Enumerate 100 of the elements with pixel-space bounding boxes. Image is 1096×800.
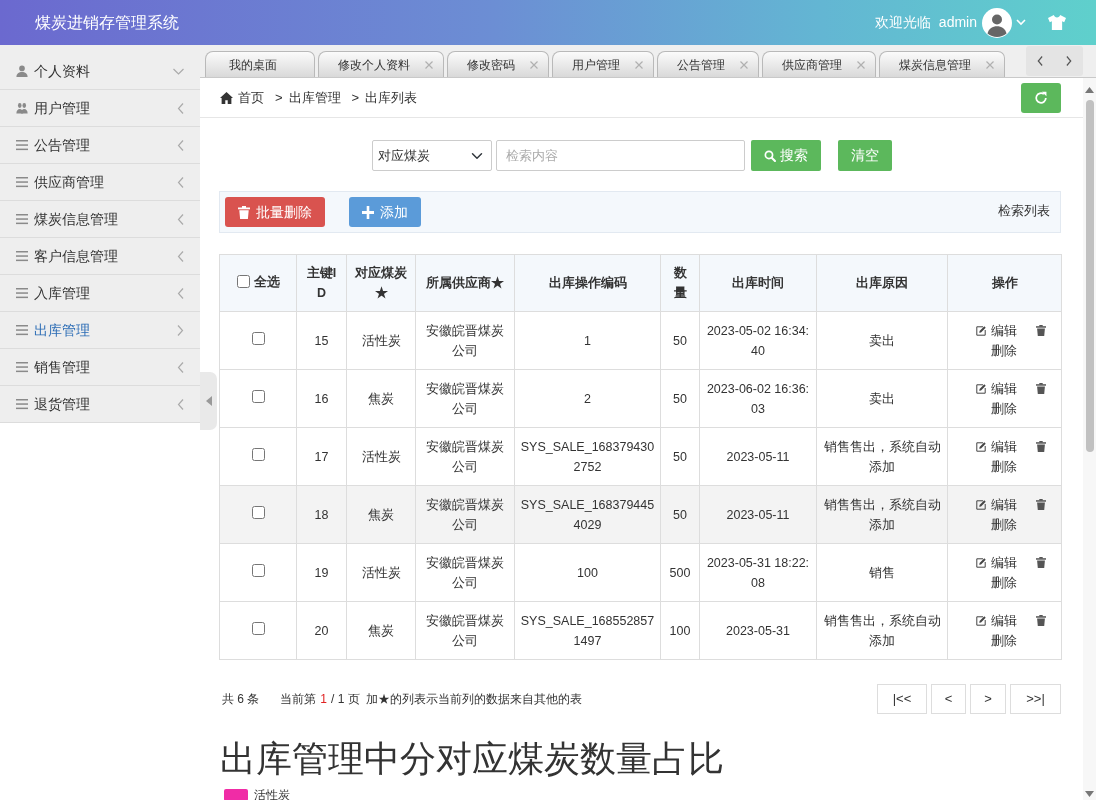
next-page-button[interactable]: > xyxy=(970,684,1006,714)
column-header: 对应煤炭★ xyxy=(346,254,416,312)
row-checkbox[interactable] xyxy=(251,447,265,461)
refresh-button[interactable] xyxy=(1021,82,1061,113)
edit-icon xyxy=(975,615,986,626)
sidebar-item[interactable]: 煤炭信息管理 xyxy=(0,201,200,238)
table-cell: 2023-05-31 xyxy=(699,601,817,660)
menu-lines-icon xyxy=(16,398,28,410)
table-cell: 20 xyxy=(296,601,347,660)
table-cell: 18 xyxy=(296,485,347,544)
table-cell: 1 xyxy=(514,311,661,370)
delete-link[interactable]: 删除 xyxy=(990,340,1017,361)
trash-icon[interactable] xyxy=(1035,441,1046,452)
select-all-checkbox[interactable] xyxy=(236,275,250,289)
sidebar-item[interactable]: 公告管理 xyxy=(0,127,200,164)
table-cell: 活性炭 xyxy=(346,311,416,370)
chevron-left-icon xyxy=(177,102,184,114)
select-all-label[interactable]: 全选 xyxy=(253,271,280,292)
sidebar-item[interactable]: 用户管理 xyxy=(0,90,200,127)
sidebar-item[interactable]: 销售管理 xyxy=(0,349,200,386)
scroll-up-arrow-icon[interactable] xyxy=(1085,87,1094,93)
row-checkbox[interactable] xyxy=(251,331,265,345)
menu-lines-icon xyxy=(16,139,28,151)
delete-link[interactable]: 删除 xyxy=(990,398,1017,419)
edit-link[interactable]: 编辑 xyxy=(975,320,1017,341)
scroll-down-arrow-icon[interactable] xyxy=(1085,791,1094,797)
table-cell: 销售售出，系统自动添加 xyxy=(816,427,948,486)
tab[interactable]: 我的桌面 xyxy=(205,51,315,77)
edit-link[interactable]: 编辑 xyxy=(975,378,1017,399)
table-cell: 50 xyxy=(660,485,700,544)
tab[interactable]: 修改密码 xyxy=(447,51,549,77)
edit-link[interactable]: 编辑 xyxy=(975,552,1017,573)
avatar-icon[interactable] xyxy=(982,7,1012,38)
last-page-button[interactable]: >>| xyxy=(1010,684,1061,714)
triangle-left-icon xyxy=(205,396,212,406)
sidebar-item[interactable]: 入库管理 xyxy=(0,275,200,312)
tab[interactable]: 用户管理 xyxy=(552,51,654,77)
column-header: 出库操作编码 xyxy=(514,254,661,312)
tab[interactable]: 煤炭信息管理 xyxy=(879,51,1005,77)
menu-lines-icon xyxy=(16,213,28,225)
trash-icon[interactable] xyxy=(1035,383,1046,394)
breadcrumb-separator: > xyxy=(275,88,283,107)
table-cell: 15 xyxy=(296,311,347,370)
edit-icon xyxy=(975,499,986,510)
menu-lines-icon xyxy=(16,250,28,262)
delete-link[interactable]: 删除 xyxy=(990,456,1017,477)
table-cell: 50 xyxy=(660,311,700,370)
chevron-down-icon xyxy=(173,67,184,75)
sidebar-item[interactable]: 供应商管理 xyxy=(0,164,200,201)
previous-page-button[interactable]: < xyxy=(931,684,966,714)
table-cell: SYS_SALE_1683794302752 xyxy=(514,427,661,486)
breadcrumb-link[interactable]: 出库管理 xyxy=(288,87,341,108)
table-cell: 安徽皖晋煤炭公司 xyxy=(415,543,515,602)
delete-link[interactable]: 删除 xyxy=(990,630,1017,651)
column-header: 主键ID xyxy=(296,254,347,312)
edit-icon xyxy=(975,383,986,394)
table-cell: 销售售出，系统自动添加 xyxy=(816,601,948,660)
delete-link[interactable]: 删除 xyxy=(990,572,1017,593)
menu-lines-icon xyxy=(16,324,28,336)
table-cell: 安徽皖晋煤炭公司 xyxy=(415,427,515,486)
trash-icon[interactable] xyxy=(1035,325,1046,336)
table-cell: 500 xyxy=(660,543,700,602)
trash-icon[interactable] xyxy=(1035,499,1046,510)
edit-link[interactable]: 编辑 xyxy=(975,494,1017,515)
scrollbar-thumb[interactable] xyxy=(1085,100,1094,452)
table-cell: 100 xyxy=(660,601,700,660)
row-checkbox[interactable] xyxy=(251,563,265,577)
edit-link[interactable]: 编辑 xyxy=(975,610,1017,631)
menu-lines-icon xyxy=(16,176,28,188)
batch-delete-button[interactable]: 批量删除 xyxy=(225,197,325,227)
sidebar-collapse-button[interactable] xyxy=(200,372,217,430)
first-page-button[interactable]: |<< xyxy=(877,684,927,714)
chevron-left-icon xyxy=(1037,56,1044,66)
edit-link[interactable]: 编辑 xyxy=(975,436,1017,457)
column-header: 所属供应商★ xyxy=(415,254,515,312)
sidebar-item[interactable]: 客户信息管理 xyxy=(0,238,200,275)
sidebar-item[interactable]: 出库管理 xyxy=(0,312,200,349)
row-checkbox[interactable] xyxy=(251,505,265,519)
table-cell: 安徽皖晋煤炭公司 xyxy=(415,485,515,544)
chevron-right-icon xyxy=(177,324,184,336)
sidebar-item[interactable]: 个人资料 xyxy=(0,53,200,90)
delete-link[interactable]: 删除 xyxy=(990,514,1017,535)
breadcrumb-current: 出库列表 xyxy=(365,88,418,107)
table-cell: 安徽皖晋煤炭公司 xyxy=(415,311,515,370)
trash-icon[interactable] xyxy=(1035,557,1046,568)
tab[interactable]: 供应商管理 xyxy=(762,51,876,77)
total-count: 共 6 条 xyxy=(222,691,260,708)
filter-select[interactable]: 对应煤炭 xyxy=(372,140,492,171)
search-field[interactable]: 检索内容 xyxy=(496,140,745,171)
scrollbar[interactable] xyxy=(1083,78,1096,800)
tab[interactable]: 修改个人资料 xyxy=(318,51,444,77)
table-note: 加★的列表示当前列的数据来自其他的表 xyxy=(365,691,582,708)
row-checkbox[interactable] xyxy=(251,389,265,403)
current-page: 1 xyxy=(320,691,328,708)
table-cell: 活性炭 xyxy=(346,427,416,486)
trash-icon[interactable] xyxy=(1035,615,1046,626)
table-cell: 2023-05-31 18:22:08 xyxy=(699,543,817,602)
tab[interactable]: 公告管理 xyxy=(657,51,759,77)
breadcrumb-link[interactable]: 首页 xyxy=(220,87,264,108)
row-checkbox[interactable] xyxy=(251,621,265,635)
